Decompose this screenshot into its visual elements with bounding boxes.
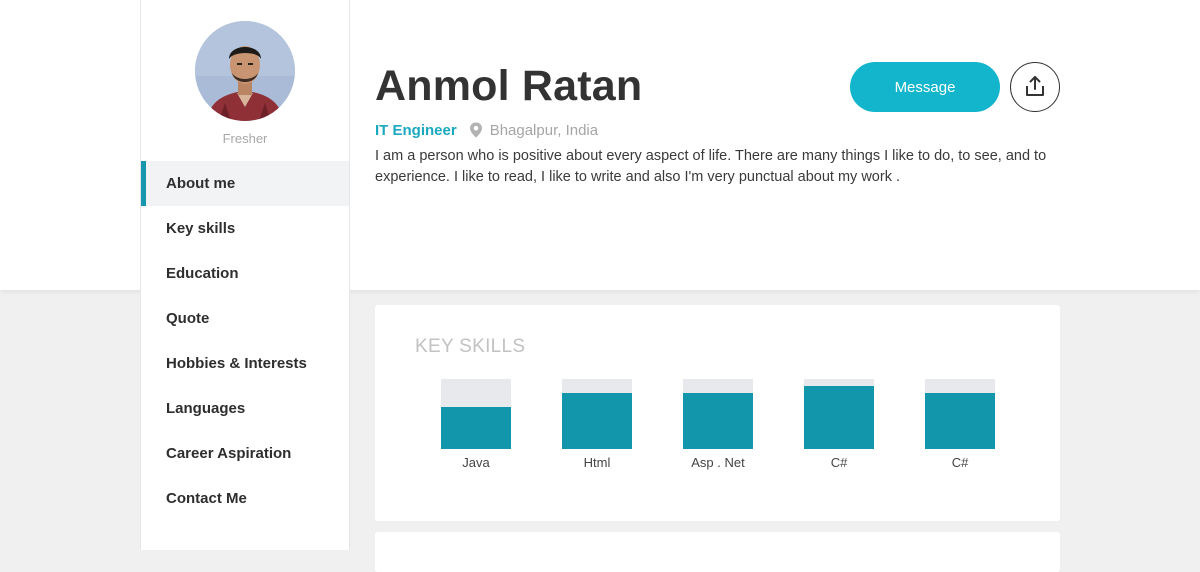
profile-bio: I am a person who is positive about ever… bbox=[375, 148, 1047, 185]
job-title: IT Engineer bbox=[375, 121, 457, 139]
profile-subline: IT Engineer Bhagalpur, India bbox=[375, 120, 598, 140]
next-section-card bbox=[375, 532, 1060, 572]
skill-bar-label: Html bbox=[583, 455, 611, 470]
sidebar-item-key-skills[interactable]: Key skills bbox=[141, 206, 349, 251]
skill-bar-track bbox=[925, 379, 995, 449]
message-button[interactable]: Message bbox=[850, 62, 1000, 112]
sidebar-item-education[interactable]: Education bbox=[141, 251, 349, 296]
profile-role: Fresher bbox=[222, 131, 268, 146]
location-pin-icon bbox=[469, 122, 483, 138]
skill-bar-track bbox=[562, 379, 632, 449]
sidebar-menu: About me Key skills Education Quote Hobb… bbox=[141, 161, 349, 521]
key-skills-card: KEY SKILLS Java Html Asp . Net C# C# bbox=[375, 305, 1060, 521]
skill-bar-track bbox=[441, 379, 511, 449]
share-upload-icon bbox=[1025, 75, 1045, 100]
skill-bar-track bbox=[683, 379, 753, 449]
sidebar-item-about-me[interactable]: About me bbox=[141, 161, 349, 206]
share-button[interactable] bbox=[1010, 62, 1060, 112]
location-text: Bhagalpur, India bbox=[489, 121, 599, 139]
skill-bar-fill bbox=[562, 393, 632, 449]
skill-bar-fill bbox=[683, 393, 753, 449]
skill-bar-label: C# bbox=[951, 455, 969, 470]
skill-bar-fill bbox=[925, 393, 995, 449]
sidebar-item-hobbies-interests[interactable]: Hobbies & Interests bbox=[141, 341, 349, 386]
avatar bbox=[195, 21, 295, 121]
skill-bar-label: Java bbox=[462, 455, 490, 470]
skill-bar-label: C# bbox=[830, 455, 848, 470]
skill-bar-label: Asp . Net bbox=[691, 455, 745, 470]
profile-name: Anmol Ratan bbox=[375, 62, 643, 110]
skill-bar-fill bbox=[804, 386, 874, 449]
key-skills-title: KEY SKILLS bbox=[415, 336, 526, 357]
sidebar-item-career-aspiration[interactable]: Career Aspiration bbox=[141, 431, 349, 476]
skill-bar-track bbox=[804, 379, 874, 449]
sidebar: Fresher About me Key skills Education Qu… bbox=[140, 0, 350, 550]
sidebar-item-languages[interactable]: Languages bbox=[141, 386, 349, 431]
sidebar-item-contact-me[interactable]: Contact Me bbox=[141, 476, 349, 521]
skill-bar-fill bbox=[441, 407, 511, 449]
sidebar-item-quote[interactable]: Quote bbox=[141, 296, 349, 341]
